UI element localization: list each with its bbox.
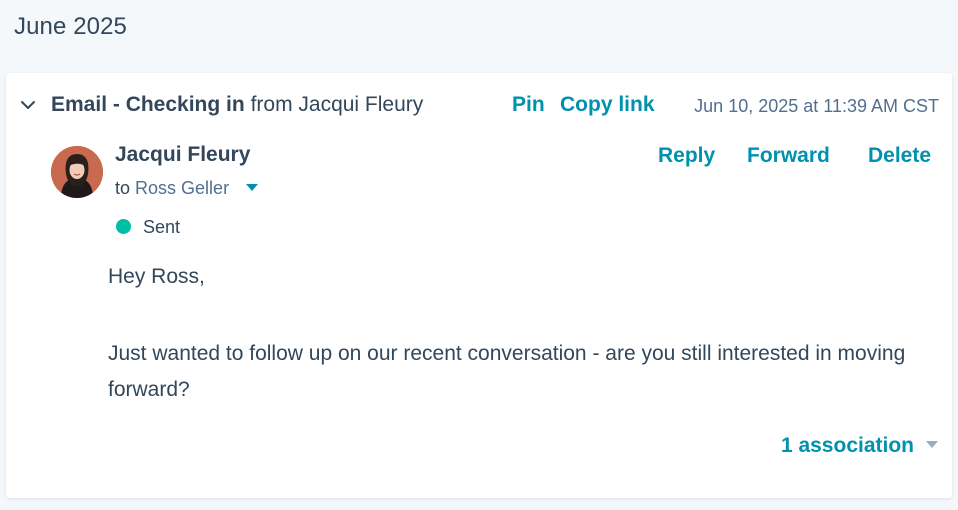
status-row: Sent	[116, 217, 180, 238]
pin-button[interactable]: Pin	[512, 93, 545, 117]
month-heading: June 2025	[14, 13, 128, 40]
email-activity-card: Email - Checking in from Jacqui Fleury P…	[6, 73, 952, 498]
email-message: Just wanted to follow up on our recent c…	[108, 342, 906, 401]
to-label: to	[115, 178, 131, 198]
avatar-image	[51, 146, 103, 198]
copy-link-button[interactable]: Copy link	[560, 93, 655, 117]
avatar	[51, 146, 103, 198]
status-dot-icon	[116, 218, 131, 234]
sender-name: Jacqui Fleury	[115, 143, 251, 166]
chevron-down-icon[interactable]	[19, 96, 37, 114]
delete-button[interactable]: Delete	[868, 144, 931, 168]
reply-button[interactable]: Reply	[658, 144, 715, 168]
status-label: Sent	[143, 217, 181, 237]
activity-header: Email - Checking in from Jacqui Fleury P…	[6, 91, 952, 121]
forward-button[interactable]: Forward	[747, 144, 830, 168]
email-body: Hey Ross, Just wanted to follow up on ou…	[108, 259, 943, 408]
recipient-name[interactable]: Ross Geller	[135, 178, 229, 198]
activity-timestamp: Jun 10, 2025 at 11:39 AM CST	[694, 96, 939, 116]
activity-title[interactable]: Email - Checking in from Jacqui Fleury	[51, 93, 423, 117]
caret-down-icon[interactable]	[246, 183, 259, 191]
email-from: from Jacqui Fleury	[250, 93, 424, 116]
associations-label: 1 association	[780, 434, 914, 457]
email-subject: Email - Checking in	[51, 93, 245, 116]
caret-down-icon	[926, 440, 938, 448]
associations-dropdown[interactable]: 1 association	[781, 434, 938, 458]
recipient-row: to Ross Geller	[115, 178, 259, 199]
email-greeting: Hey Ross,	[108, 265, 205, 288]
